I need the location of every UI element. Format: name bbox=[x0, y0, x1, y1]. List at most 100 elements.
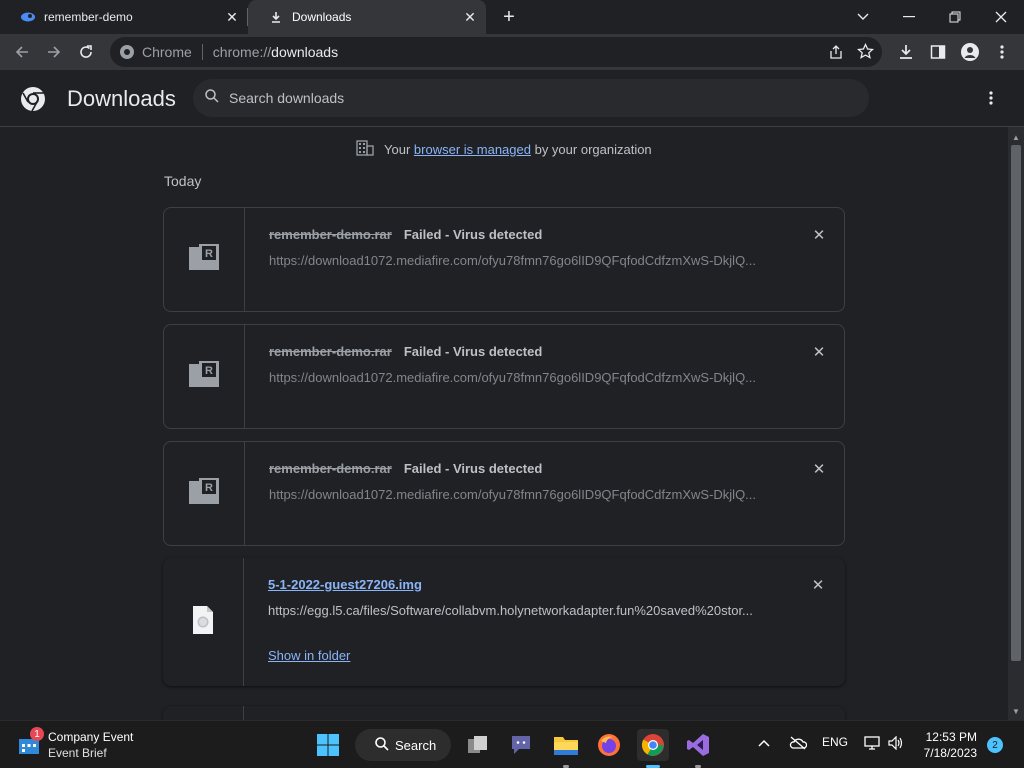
onedrive-offline-icon[interactable] bbox=[789, 736, 808, 753]
managed-suffix: by your organization bbox=[534, 142, 652, 157]
reload-button[interactable] bbox=[72, 38, 100, 66]
omnibox-origin-label: Chrome bbox=[142, 44, 192, 60]
download-filename: remember-demo.rar Failed - Virus detected bbox=[269, 461, 542, 476]
download-item: R remember-demo.rar Failed - Virus detect… bbox=[163, 207, 845, 312]
clock-time: 12:53 PM bbox=[925, 730, 977, 744]
remove-download-icon[interactable]: ✕ bbox=[809, 576, 827, 594]
managed-notice: Your browser is managed by your organiza… bbox=[356, 140, 652, 159]
widget-subtitle: Event Brief bbox=[48, 746, 107, 760]
rar-file-icon: R bbox=[188, 243, 220, 276]
chrome-icon bbox=[119, 44, 135, 63]
volume-icon[interactable] bbox=[888, 735, 904, 753]
tab-title: Downloads bbox=[292, 10, 352, 24]
filename-text: remember-demo.rar bbox=[269, 461, 392, 476]
svg-text:R: R bbox=[205, 482, 213, 494]
close-tab-icon[interactable]: ✕ bbox=[224, 9, 240, 25]
address-bar[interactable]: Chrome chrome://downloads bbox=[110, 37, 882, 67]
scroll-up-icon[interactable]: ▲ bbox=[1008, 129, 1024, 145]
download-status: Failed - Virus detected bbox=[403, 344, 543, 359]
building-icon bbox=[356, 140, 374, 159]
chrome-logo-icon bbox=[20, 86, 46, 112]
filename-text: remember-demo.rar bbox=[269, 344, 392, 359]
download-status: Failed - Virus detected bbox=[403, 461, 543, 476]
download-filename: remember-demo.rar Failed - Virus detected bbox=[269, 344, 542, 359]
remove-download-icon[interactable]: ✕ bbox=[810, 226, 828, 244]
tab-strip: remember-demo ✕ Downloads ✕ + bbox=[0, 0, 1024, 34]
download-filename-link[interactable]: 5-1-2022-guest27206.img bbox=[268, 577, 422, 592]
remove-download-icon[interactable]: ✕ bbox=[810, 460, 828, 478]
tab-downloads[interactable]: Downloads ✕ bbox=[248, 0, 486, 34]
filename-text: remember-demo.rar bbox=[269, 227, 392, 242]
new-tab-button[interactable]: + bbox=[498, 6, 520, 28]
firefox-icon[interactable] bbox=[593, 729, 625, 761]
browser-toolbar: Chrome chrome://downloads bbox=[0, 34, 1024, 70]
show-hidden-icons-chevron-icon[interactable] bbox=[758, 736, 770, 750]
downloads-button[interactable] bbox=[892, 38, 920, 66]
remove-download-icon[interactable]: ✕ bbox=[810, 343, 828, 361]
download-item: R remember-demo.rar Failed - Virus detect… bbox=[163, 441, 845, 546]
side-panel-button[interactable] bbox=[924, 38, 952, 66]
search-input[interactable] bbox=[229, 90, 829, 106]
scroll-down-icon[interactable]: ▼ bbox=[1008, 703, 1024, 719]
chrome-menu-icon[interactable] bbox=[988, 38, 1016, 66]
start-windows-icon[interactable] bbox=[312, 729, 344, 761]
show-in-folder-link[interactable]: Show in folder bbox=[268, 648, 350, 663]
search-icon bbox=[205, 88, 219, 108]
minimize-button[interactable] bbox=[886, 0, 932, 34]
download-icon bbox=[268, 9, 284, 25]
rar-file-icon: R bbox=[188, 360, 220, 393]
forward-button[interactable] bbox=[40, 38, 68, 66]
tab-remember-demo[interactable]: remember-demo ✕ bbox=[0, 0, 248, 34]
visual-studio-icon[interactable] bbox=[682, 729, 714, 761]
file-icon-column: R bbox=[164, 208, 245, 311]
windows-taskbar: 1 Company Event Event Brief Search ENG 1… bbox=[0, 720, 1024, 768]
svg-text:R: R bbox=[205, 365, 213, 377]
download-url: https://download1072.mediafire.com/ofyu7… bbox=[269, 487, 757, 502]
teams-chat-icon[interactable] bbox=[505, 729, 537, 761]
restore-button[interactable] bbox=[932, 0, 978, 34]
profile-avatar-icon[interactable] bbox=[956, 38, 984, 66]
download-item-partial bbox=[163, 706, 845, 720]
url-scheme: chrome:// bbox=[212, 44, 272, 60]
chrome-taskbar-icon[interactable] bbox=[637, 729, 669, 761]
system-clock[interactable]: 12:53 PM 7/18/2023 bbox=[917, 729, 977, 761]
more-actions-icon[interactable] bbox=[979, 86, 1003, 110]
file-icon-column: R bbox=[164, 325, 245, 428]
tab-title: remember-demo bbox=[44, 10, 133, 24]
tab-search-chevron-icon[interactable] bbox=[840, 0, 886, 34]
widgets-button[interactable]: 1 Company Event Event Brief bbox=[18, 727, 133, 761]
search-downloads-box[interactable] bbox=[193, 79, 869, 117]
taskbar-search-label: Search bbox=[395, 737, 437, 753]
page-title: Downloads bbox=[67, 86, 176, 111]
scrollbar-thumb[interactable] bbox=[1011, 145, 1021, 661]
rar-file-icon: R bbox=[188, 477, 220, 510]
download-url: https://download1072.mediafire.com/ofyu7… bbox=[269, 370, 757, 385]
app-icon bbox=[20, 9, 36, 25]
date-section-label: Today bbox=[164, 173, 202, 189]
url-path: downloads bbox=[271, 44, 339, 60]
network-icon[interactable] bbox=[864, 736, 880, 753]
download-url: https://egg.l5.ca/files/Software/collabv… bbox=[268, 603, 753, 618]
close-window-button[interactable] bbox=[978, 0, 1024, 34]
search-icon bbox=[375, 736, 389, 754]
taskbar-search-button[interactable]: Search bbox=[355, 729, 451, 761]
file-icon-column bbox=[163, 706, 244, 720]
file-explorer-icon[interactable] bbox=[550, 729, 582, 761]
widget-badge: 1 bbox=[30, 727, 44, 741]
download-item: R remember-demo.rar Failed - Virus detect… bbox=[163, 324, 845, 429]
svg-text:R: R bbox=[205, 248, 213, 260]
language-indicator[interactable]: ENG bbox=[822, 735, 848, 749]
bookmark-star-icon[interactable] bbox=[856, 42, 875, 63]
notification-count-badge[interactable]: 2 bbox=[987, 737, 1003, 753]
share-icon[interactable] bbox=[828, 44, 844, 63]
browser-managed-link[interactable]: browser is managed bbox=[414, 142, 531, 157]
page-scrollbar[interactable]: ▲ ▼ bbox=[1008, 127, 1024, 720]
disk-image-file-icon bbox=[192, 605, 214, 640]
downloads-list-area: Your browser is managed by your organiza… bbox=[0, 127, 1008, 720]
task-view-icon[interactable] bbox=[462, 729, 494, 761]
download-url: https://download1072.mediafire.com/ofyu7… bbox=[269, 253, 757, 268]
back-button[interactable] bbox=[8, 38, 36, 66]
close-tab-icon[interactable]: ✕ bbox=[462, 9, 478, 25]
download-item: 5-1-2022-guest27206.img https://egg.l5.c… bbox=[163, 558, 845, 686]
clock-date: 7/18/2023 bbox=[923, 746, 977, 760]
